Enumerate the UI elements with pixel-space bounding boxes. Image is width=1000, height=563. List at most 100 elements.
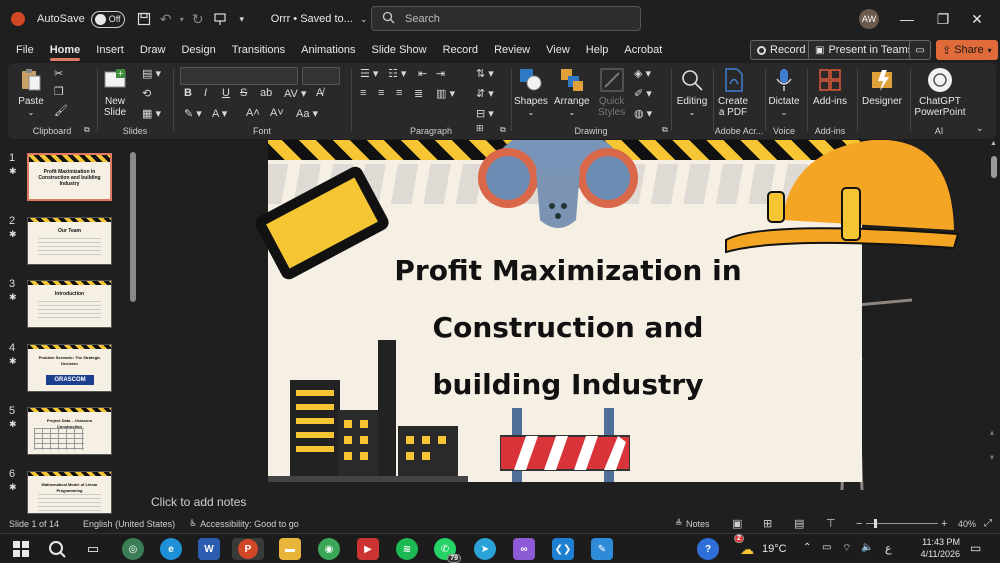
shape-effects-icon[interactable]: ◍ ▾ [634,107,652,120]
accessibility-status[interactable]: Accessibility: Good to go [200,519,299,529]
tab-transitions[interactable]: Transitions [224,38,293,62]
search-box[interactable]: Search [371,6,641,31]
camera-app-icon[interactable]: ▶ [357,538,379,560]
paint-icon[interactable]: ✎ [591,538,613,560]
edge-icon[interactable]: e [160,538,182,560]
font-size-combo[interactable] [302,67,340,85]
tab-home[interactable]: Home [42,38,89,62]
editing-button[interactable]: Editing ⌄ [672,67,712,118]
thumbnail-scrollbar[interactable] [130,152,136,302]
zoom-slider-thumb[interactable] [874,519,877,528]
highlight-icon[interactable]: ✎ ▾ [184,107,202,120]
restore-icon[interactable]: ❐ [928,8,958,30]
zoom-in-icon[interactable]: + [941,518,947,530]
language-indicator[interactable]: English (United States) [83,519,175,529]
shapes-button[interactable]: Shapes ⌄ [514,67,548,118]
new-slide-button[interactable]: + New Slide [102,67,128,119]
task-view-icon[interactable]: ▭ [82,538,104,560]
bold-icon[interactable]: B [184,87,192,99]
customize-toolbar-icon[interactable]: ▾ [231,8,253,30]
arrange-button[interactable]: Arrange ⌄ [554,67,590,118]
grow-font-icon[interactable]: A˄ [246,107,260,119]
clear-format-icon[interactable]: A̸ [316,87,323,99]
reset-icon[interactable]: ⟲ [142,87,151,100]
ribbon-collapse-icon[interactable]: ⌄ [976,123,984,134]
line-spacing-icon[interactable]: ⇅ ▾ [476,67,494,80]
slide-thumbnail-4[interactable]: Problem Scenario: The Strategic Decision… [27,344,112,392]
paste-button[interactable]: Paste ⌄ [18,67,44,118]
chatgpt-powerpoint-button[interactable]: ChatGPT PowerPoint [913,67,967,118]
spotify-icon[interactable]: ≋ [396,538,418,560]
clock-date[interactable]: 4/11/2026 [910,549,960,559]
whatsapp-icon[interactable]: ✆ 79 [434,538,461,563]
comments-button[interactable]: ▭ [909,40,931,60]
addins-button[interactable]: Add-ins [810,67,850,107]
strikethrough-icon[interactable]: S [240,87,247,99]
fit-slide-icon[interactable]: ⤢ [984,518,992,529]
section-icon[interactable]: ▦ ▾ [142,107,161,120]
quick-styles-button[interactable]: Quick Styles [598,67,625,118]
font-color-icon[interactable]: A ▾ [212,107,227,120]
canvas-vertical-scrollbar[interactable]: ▲ ⩓ ⩔ [990,140,998,490]
copilot-icon[interactable]: ◎ [122,538,144,560]
redo-icon[interactable]: ↻ [187,8,209,30]
share-button[interactable]: ⇪ Share ▾ [936,40,998,60]
close-icon[interactable]: ✕ [962,8,992,30]
align-center-icon[interactable]: ≡ [378,87,384,99]
tab-review[interactable]: Review [486,38,538,62]
tab-file[interactable]: File [8,38,42,62]
wifi-icon[interactable]: ⌔ [842,542,851,555]
columns-icon[interactable]: ▥ ▾ [436,87,455,100]
align-right-icon[interactable]: ≡ [396,87,402,99]
slide-thumbnail-3[interactable]: Introduction [27,280,112,328]
drawing-launcher-icon[interactable]: ⧉ [662,125,668,135]
slide-thumbnail-5[interactable]: Project Data – Orascom Construction [27,407,112,455]
telegram-icon[interactable]: ➤ [474,538,496,560]
tray-chevron-icon[interactable]: ⌃ [803,542,811,553]
present-from-start-icon[interactable] [209,8,231,30]
tab-draw[interactable]: Draw [132,38,174,62]
underline-icon[interactable]: U [222,87,230,99]
save-icon[interactable] [133,8,155,30]
slide-title[interactable]: Profit Maximization in Construction and … [358,242,778,413]
slide-thumbnail-1[interactable]: Profit Maximization in Construction and … [27,153,112,201]
format-painter-icon[interactable]: 🖌 [54,104,68,117]
chrome-icon[interactable]: ◉ [318,538,340,560]
help-icon[interactable]: ? [697,538,719,560]
slide-counter[interactable]: Slide 1 of 14 [9,519,59,529]
cut-icon[interactable]: ✂ [54,67,63,80]
font-name-combo[interactable] [180,67,298,85]
numbering-icon[interactable]: ☷ ▾ [388,67,406,80]
undo-dropdown-icon[interactable]: ▾ [177,8,187,30]
input-language[interactable]: ع [885,542,892,555]
vscode-icon[interactable]: ❮❯ [552,538,574,560]
create-pdf-button[interactable]: Create a PDF [718,67,748,118]
notes-pane[interactable]: Click to add notes [142,491,990,513]
char-spacing-icon[interactable]: AV ▾ [284,87,306,100]
tab-view[interactable]: View [538,38,578,62]
clipboard-launcher-icon[interactable]: ⧉ [84,125,90,135]
zoom-out-icon[interactable]: − [856,518,862,530]
minimize-icon[interactable]: — [892,8,922,30]
justify-icon[interactable]: ≣ [414,87,423,100]
user-avatar[interactable]: AW [859,9,879,29]
change-case-icon[interactable]: Aa ▾ [296,107,318,120]
notification-icon[interactable]: ▭ [970,541,981,555]
slide-thumbnail-2[interactable]: Our Team [27,217,112,265]
undo-icon[interactable]: ↶ [155,8,177,30]
search-taskbar-icon[interactable] [46,538,68,560]
file-title[interactable]: Orrr • Saved to... [271,13,353,25]
record-button[interactable]: Record [750,40,813,60]
clock-time[interactable]: 11:43 PM [910,537,960,547]
tab-acrobat[interactable]: Acrobat [616,38,670,62]
notes-toggle[interactable]: Notes [686,519,710,529]
tab-slide-show[interactable]: Slide Show [364,38,435,62]
zoom-slider[interactable] [866,519,938,528]
windows-start-icon[interactable] [10,538,32,560]
file-explorer-icon[interactable]: ▬ [279,538,301,560]
italic-icon[interactable]: I [204,87,207,99]
zoom-level[interactable]: 40% [958,519,976,529]
battery-icon[interactable]: ▭ [822,542,831,553]
shape-fill-icon[interactable]: ◈ ▾ [634,67,651,80]
shape-outline-icon[interactable]: ✐ ▾ [634,87,652,100]
